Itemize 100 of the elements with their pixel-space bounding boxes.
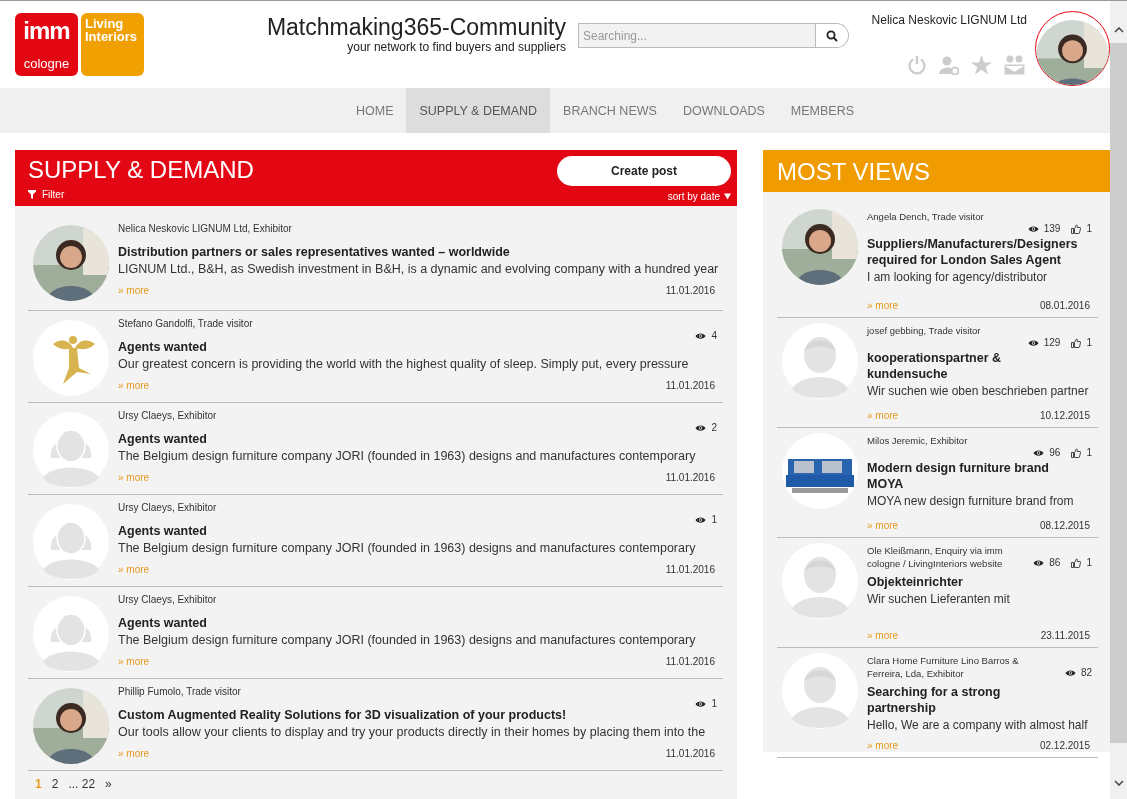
- eye-icon: [1064, 668, 1076, 677]
- page-link[interactable]: 2: [51, 777, 59, 799]
- view-count: 2: [695, 422, 717, 433]
- filter-button[interactable]: Filter: [28, 189, 65, 200]
- post-snippet: MOYA new design furniture brand from: [867, 494, 1075, 508]
- post-date: 11.01.2016: [665, 380, 715, 391]
- post-title[interactable]: Agents wanted: [118, 616, 723, 630]
- page-link[interactable]: ... 22: [68, 777, 96, 799]
- view-count: 96: [1033, 447, 1061, 458]
- like-count: 1: [1071, 337, 1092, 348]
- view-count: 129: [1027, 337, 1061, 348]
- caret-icon: [724, 193, 731, 200]
- post-author: Ole Kleißmann, Enquiry via imm cologne / LivingInteriors website: [867, 544, 1004, 570]
- view-count: 1: [695, 698, 717, 709]
- post-date: 11.01.2016: [665, 285, 715, 296]
- post-snippet: The Belgium design furniture company JORI (founded in 1963) designs and manufactures contemporary: [118, 633, 697, 647]
- power-icon[interactable]: [907, 55, 927, 75]
- like-count: 1: [1071, 557, 1092, 568]
- page-link[interactable]: »: [105, 777, 112, 799]
- eye-icon: [695, 423, 707, 432]
- post-title[interactable]: kooperationspartner & kundensuche: [867, 350, 1098, 382]
- person-placeholder-icon: [782, 323, 858, 399]
- view-count: 1: [695, 514, 717, 525]
- post-author: Milos Jeremic, Exhibitor: [867, 434, 968, 447]
- site-tagline: your network to find buyers and suppliers: [346, 40, 566, 54]
- person-placeholder-icon: [782, 653, 858, 729]
- filter-icon: [28, 190, 36, 199]
- thumbs-up-icon: [1071, 337, 1082, 348]
- angel-icon: [33, 320, 109, 396]
- create-post-button[interactable]: Create post: [557, 156, 731, 186]
- nav-tab[interactable]: HOME: [342, 88, 407, 133]
- post-date: 11.01.2016: [665, 748, 715, 759]
- eye-icon: [1033, 558, 1045, 567]
- post-title[interactable]: Custom Augmented Reality Solutions for 3D visualization of your products!: [118, 708, 723, 722]
- search-icon: [826, 29, 838, 42]
- post-author: Ursy Claeys, Exhibitor: [118, 501, 218, 514]
- post-snippet: LIGNUM Ltd., B&H, as Swedish investment in B&H, is a dynamic and evolving company with a hundred year: [118, 262, 720, 276]
- post-title[interactable]: Agents wanted: [118, 432, 723, 446]
- post-author: Ursy Claeys, Exhibitor: [118, 409, 218, 422]
- post-title[interactable]: Agents wanted: [118, 340, 723, 354]
- post-author: Clara Home Furniture Lino Barros & Ferreira, Lda, Exhibitor: [867, 654, 1020, 680]
- post-title[interactable]: Searching for a strong partnership: [867, 684, 1098, 716]
- post-snippet: The Belgium design furniture company JORI (founded in 1963) designs and manufactures contemporary: [118, 449, 697, 463]
- eye-icon: [1027, 338, 1039, 347]
- post-snippet: The Belgium design furniture company JORI (founded in 1963) designs and manufactures contemporary: [118, 541, 697, 555]
- view-count: 82: [1064, 667, 1092, 678]
- chevron-down-icon[interactable]: [1113, 780, 1124, 786]
- eye-icon: [695, 515, 707, 524]
- person-placeholder-icon: [33, 504, 109, 580]
- eye-icon: [1027, 224, 1039, 233]
- post-date: 23.11.2015: [1040, 630, 1090, 641]
- post-snippet: I am looking for agency/distributor: [867, 270, 1049, 284]
- nav-tab[interactable]: MEMBERS: [777, 88, 868, 133]
- like-count: 1: [1071, 223, 1092, 234]
- post-snippet: Wir suchen wie oben beschrieben partner: [867, 384, 1090, 398]
- site-title: Matchmaking365-Community: [266, 14, 566, 40]
- search-field[interactable]: Searching...: [578, 23, 816, 48]
- view-count: 86: [1033, 557, 1061, 568]
- person-placeholder-icon: [782, 543, 858, 619]
- nav-tab[interactable]: SUPPLY & DEMAND: [406, 88, 551, 133]
- post-snippet: Our tools allow your clients to display and try your products directly in their homes by placing them into the: [118, 725, 707, 739]
- post-title[interactable]: Agents wanted: [118, 524, 723, 538]
- section-title: SUPPLY & DEMAND: [28, 156, 254, 184]
- post-author: Nelica Neskovic LIGNUM Ltd, Exhibitor: [118, 222, 293, 235]
- imm-cologne-logo[interactable]: imm cologne: [15, 13, 78, 76]
- post-snippet: Our greatest concern is providing the world with the highest quality of sleep. Simply put, every pressure: [118, 357, 690, 371]
- like-count: 1: [1071, 447, 1092, 458]
- post-title[interactable]: Modern design furniture brand MOYA: [867, 460, 1098, 492]
- view-count: 4: [695, 330, 717, 341]
- user-name: Nelica Neskovic LIGNUM Ltd: [871, 13, 1027, 27]
- eye-icon: [1033, 448, 1045, 457]
- post-date: 11.01.2016: [665, 472, 715, 483]
- user-settings-icon[interactable]: [939, 55, 959, 75]
- post-author: josef gebbing, Trade visitor: [867, 324, 981, 337]
- contacts-icon[interactable]: [1004, 55, 1025, 75]
- eye-icon: [695, 331, 707, 340]
- post-date: 11.01.2016: [665, 564, 715, 575]
- search-button[interactable]: [816, 23, 849, 48]
- nav-tab[interactable]: BRANCH NEWS: [550, 88, 670, 133]
- person-placeholder-icon: [33, 412, 109, 488]
- section-title: MOST VIEWS: [777, 158, 931, 186]
- post-title[interactable]: Distribution partners or sales representatives wanted – worldwide: [118, 245, 723, 259]
- post-snippet: Hello, We are a company with almost half: [867, 718, 1089, 732]
- post-date: 08.12.2015: [1039, 520, 1090, 531]
- post-title[interactable]: Objekteinrichter: [867, 574, 1098, 590]
- chevron-up-icon[interactable]: [1113, 27, 1124, 33]
- eye-icon: [695, 699, 707, 708]
- view-count: 139: [1027, 223, 1061, 234]
- post-date: 02.12.2015: [1039, 740, 1090, 751]
- post-snippet: Wir suchen Lieferanten mit: [867, 592, 1011, 606]
- scrollbar[interactable]: [1110, 1, 1127, 799]
- nav-tab[interactable]: DOWNLOADS: [669, 88, 778, 133]
- post-title[interactable]: Suppliers/Manufacturers/Designers required for London Sales Agent: [867, 236, 1098, 268]
- person-placeholder-icon: [33, 596, 109, 672]
- sort-dropdown[interactable]: sort by date: [557, 191, 731, 202]
- post-author: Angela Dench, Trade visitor: [867, 210, 984, 223]
- post-date: 08.01.2016: [1039, 300, 1090, 311]
- thumbs-up-icon: [1071, 447, 1082, 458]
- post-author: Ursy Claeys, Exhibitor: [118, 593, 218, 606]
- star-icon[interactable]: [971, 55, 992, 75]
